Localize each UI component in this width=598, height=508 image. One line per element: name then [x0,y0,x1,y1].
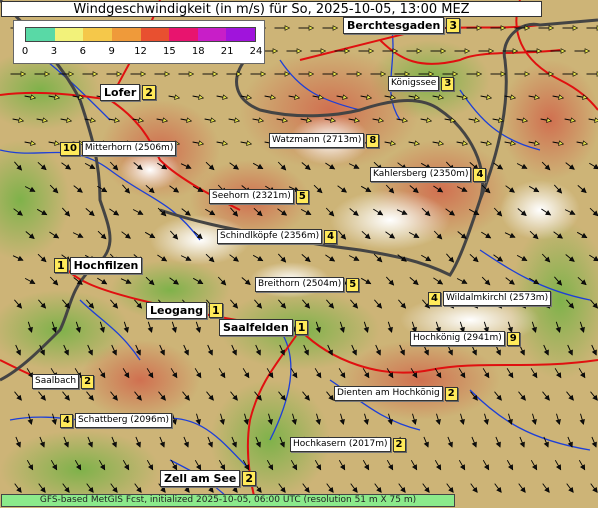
wind-speed-value: 4 [60,413,73,428]
legend-tick-label: 24 [249,46,263,57]
wind-speed-value: 8 [366,133,380,148]
wind-speed-value: 3 [446,18,461,33]
location-watzmann[interactable]: Watzmann (2713m) 8 [269,133,380,148]
location-name: Lofer [100,84,141,101]
location-saalfelden[interactable]: Saalfelden 1 [219,319,309,336]
location-koenigssee[interactable]: Königssee 3 [388,76,455,91]
wind-speed-value: 1 [54,258,68,273]
wind-speed-value: 5 [346,277,360,292]
wind-speed-value: 10 [60,141,80,156]
legend-swatch [111,28,141,41]
legend-tick-label: 3 [50,46,58,57]
location-name: Dienten am Hochkönig [334,386,443,401]
location-hochfilzen[interactable]: Hochfilzen 1 [54,257,143,274]
location-name: Hochfilzen [69,257,143,274]
legend-swatch [26,28,55,41]
legend-swatch [197,28,227,41]
legend-swatch [226,28,255,41]
legend-swatch [83,28,112,41]
location-hochkoenig[interactable]: Hochkönig (2941m) 9 [410,331,520,346]
location-name: Berchtesgaden [343,17,445,34]
legend-swatch [54,28,84,41]
location-hochkasern[interactable]: Hochkasern (2017m) 2 [290,437,406,452]
legend-tick-label: 6 [79,46,86,57]
location-name: Seehorn (2321m) [209,189,294,204]
wind-speed-value: 3 [441,76,455,91]
wind-speed-value: 2 [444,386,458,401]
location-name: Königssee [388,76,440,91]
location-name: Schindlköpfe (2356m) [217,229,323,244]
legend-color-bar [25,27,256,42]
location-name: Kahlersberg (2350m) [370,167,472,182]
location-seehorn[interactable]: Seehorn (2321m) 5 [209,189,309,204]
location-name: Schattberg (2096m) [74,413,172,428]
location-name: Hochkasern (2017m) [290,437,391,452]
wind-speed-value: 5 [295,189,309,204]
location-zellamsee[interactable]: Zell am See 2 [160,470,257,487]
wind-speed-value: 4 [324,229,338,244]
terrain-layer [0,0,598,508]
location-kahlersberg[interactable]: Kahlersberg (2350m) 4 [370,167,487,182]
location-name: Mitterhorn (2506m) [81,141,177,156]
wind-legend: 0 3 6 9 12 15 18 21 24 [13,20,265,64]
location-saalbach[interactable]: Saalbach 2 [32,374,95,389]
wind-speed-value: 1 [209,303,223,318]
legend-tick-label: 12 [134,46,147,57]
location-lofer[interactable]: Lofer 2 [100,84,156,101]
location-name: Breithorn (2504m) [255,277,345,292]
legend-tick-label: 21 [220,46,234,57]
legend-tick-label: 9 [108,46,115,57]
location-leogang[interactable]: Leogang 1 [146,302,223,319]
forecast-footer: GFS-based MetGIS Fcst, initialized 2025-… [1,494,455,507]
weather-map: Windgeschwindigkeit (in m/s) für So, 202… [0,0,598,508]
location-name: Saalfelden [219,319,293,336]
legend-tick-label: 18 [191,46,205,57]
location-name: Saalbach [32,374,80,389]
wind-speed-value: 2 [242,471,257,486]
wind-speed-value: 2 [392,437,406,452]
location-name: Watzmann (2713m) [269,133,365,148]
location-breithorn[interactable]: Breithorn (2504m) 5 [255,277,360,292]
legend-tick-label: 15 [163,46,176,57]
wind-speed-value: 4 [428,291,441,306]
location-mitterhorn[interactable]: Mitterhorn (2506m) 10 [60,141,177,156]
location-dienten[interactable]: Dienten am Hochkönig 2 [334,386,458,401]
location-name: Leogang [146,302,208,319]
map-title: Windgeschwindigkeit (in m/s) für So, 202… [1,1,542,17]
legend-swatch [140,28,170,41]
wind-speed-value: 2 [81,374,95,389]
location-name: Hochkönig (2941m) [410,331,505,346]
location-schindlkoepfe[interactable]: Schindlköpfe (2356m) 4 [217,229,338,244]
location-name: Zell am See [160,470,241,487]
location-berchtesgaden[interactable]: Berchtesgaden 3 [343,17,461,34]
location-wildalmkirchl[interactable]: Wildalmkirchl (2573m) 4 [428,291,552,306]
legend-tick-label: 0 [21,46,29,57]
location-name: Wildalmkirchl (2573m) [442,291,552,306]
location-schattberg[interactable]: Schattberg (2096m) 4 [60,413,172,428]
wind-speed-value: 1 [294,320,309,335]
legend-swatch [169,28,198,41]
wind-speed-value: 9 [506,331,520,346]
wind-speed-value: 2 [142,85,156,100]
wind-speed-value: 4 [473,167,487,182]
